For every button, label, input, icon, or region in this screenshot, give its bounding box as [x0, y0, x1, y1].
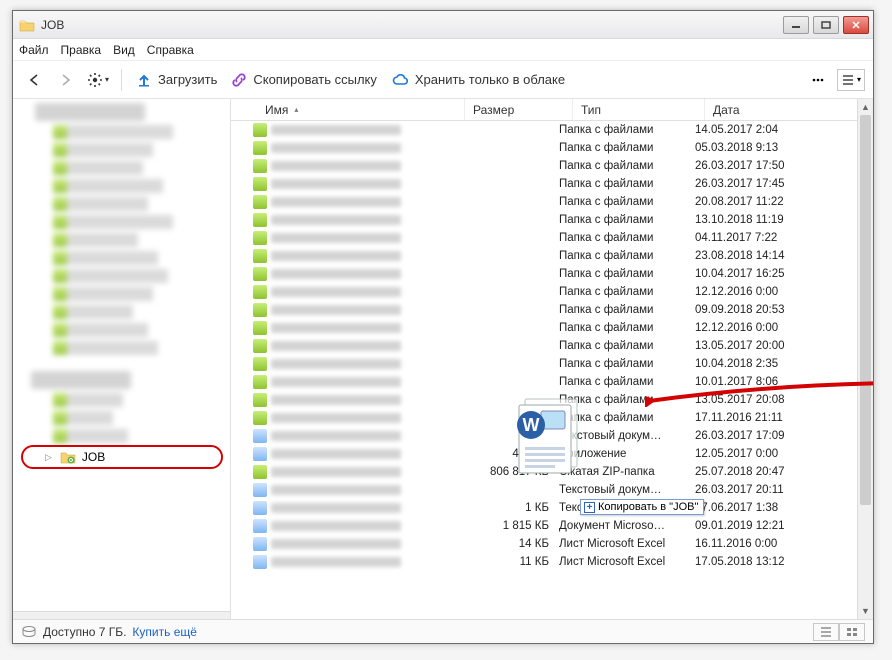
disk-icon	[21, 625, 37, 639]
menu-view[interactable]: Вид	[113, 43, 135, 57]
minimize-button[interactable]	[783, 16, 809, 34]
view-icons-button[interactable]	[839, 623, 865, 641]
table-row[interactable]: Папка с файлами13.05.2017 20:08	[231, 391, 873, 409]
window-title: JOB	[41, 18, 64, 32]
copy-link-label: Скопировать ссылку	[253, 72, 377, 87]
table-row[interactable]: Папка с файлами09.09.2018 20:53	[231, 301, 873, 319]
status-quota: Доступно 7 ГБ.	[43, 625, 126, 639]
table-row[interactable]: Папка с файлами13.05.2017 20:00	[231, 337, 873, 355]
folder-sync-icon	[60, 450, 76, 464]
col-name[interactable]: Имя▴	[245, 99, 465, 120]
table-row[interactable]: Текстовый докум…26.03.2017 20:11	[231, 481, 873, 499]
table-row[interactable]: Папка с файлами13.10.2018 11:19	[231, 211, 873, 229]
menu-bar: Файл Правка Вид Справка	[13, 39, 873, 61]
plus-icon: +	[584, 502, 595, 513]
expand-icon: ▷	[45, 452, 52, 463]
menu-help[interactable]: Справка	[147, 43, 194, 57]
view-list-button[interactable]: ▾	[837, 69, 865, 91]
upload-icon	[136, 72, 152, 88]
explorer-window: JOB Файл Правка Вид Справка ▾ Загрузить …	[12, 10, 874, 644]
sidebar-item-job[interactable]: ▷ JOB	[21, 445, 223, 469]
scroll-down-icon[interactable]: ▼	[858, 603, 873, 619]
col-type[interactable]: Тип	[573, 99, 705, 120]
file-pane: Имя▴ Размер Тип Дата Папка с файлами14.0…	[231, 99, 873, 619]
file-rows[interactable]: Папка с файлами14.05.2017 2:04Папка с фа…	[231, 121, 873, 619]
table-row[interactable]: Папка с файлами10.04.2017 16:25	[231, 265, 873, 283]
body: ▷ JOB Имя▴ Размер Тип Дата Папка с файла…	[13, 99, 873, 619]
table-row[interactable]: Папка с файлами26.03.2017 17:50	[231, 157, 873, 175]
table-row[interactable]: 806 817 КБСжатая ZIP-папка25.07.2018 20:…	[231, 463, 873, 481]
table-row[interactable]: Папка с файлами04.11.2017 7:22	[231, 229, 873, 247]
table-row[interactable]: Папка с файлами12.12.2016 0:00	[231, 283, 873, 301]
forward-button[interactable]	[53, 67, 79, 93]
scrollbar-thumb[interactable]	[860, 115, 871, 505]
table-row[interactable]: Папка с файлами17.11.2016 21:11	[231, 409, 873, 427]
table-row[interactable]: Папка с файлами10.04.2018 2:35	[231, 355, 873, 373]
copy-link-button[interactable]: Скопировать ссылку	[227, 70, 381, 90]
table-row[interactable]: Папка с файлами12.12.2016 0:00	[231, 319, 873, 337]
status-bar: Доступно 7 ГБ. Купить ещё	[13, 619, 873, 643]
cloud-only-label: Хранить только в облаке	[415, 72, 565, 87]
more-button[interactable]	[805, 67, 831, 93]
menu-file[interactable]: Файл	[19, 43, 49, 57]
table-row[interactable]: 403 КБПриложение12.05.2017 0:00	[231, 445, 873, 463]
toolbar: ▾ Загрузить Скопировать ссылку Хранить т…	[13, 61, 873, 99]
cloud-only-button[interactable]: Хранить только в облаке	[387, 70, 569, 90]
settings-button[interactable]: ▾	[85, 67, 111, 93]
sidebar-job-label: JOB	[82, 450, 105, 464]
table-row[interactable]: Папка с файлами05.03.2018 9:13	[231, 139, 873, 157]
table-row[interactable]: 11 КБЛист Microsoft Excel17.05.2018 13:1…	[231, 553, 873, 571]
drag-tooltip: + Копировать в "JOB"	[580, 499, 704, 515]
cloud-icon	[391, 72, 409, 88]
upload-label: Загрузить	[158, 72, 217, 87]
back-button[interactable]	[21, 67, 47, 93]
upload-button[interactable]: Загрузить	[132, 70, 221, 90]
table-row[interactable]: 1 815 КБДокумент Microso…09.01.2019 12:2…	[231, 517, 873, 535]
table-row[interactable]: Папка с файлами10.01.2017 8:06	[231, 373, 873, 391]
drag-tooltip-text: Копировать в "JOB"	[598, 501, 698, 513]
sidebar-tree[interactable]: ▷ JOB	[13, 99, 231, 619]
table-row[interactable]: 1 КБТекстовый докум…26.03.2017 17:09	[231, 427, 873, 445]
title-bar: JOB	[13, 11, 873, 39]
maximize-button[interactable]	[813, 16, 839, 34]
menu-edit[interactable]: Правка	[61, 43, 102, 57]
col-size[interactable]: Размер	[465, 99, 573, 120]
close-button[interactable]	[843, 16, 869, 34]
folder-icon	[19, 18, 35, 32]
table-row[interactable]: 14 КБЛист Microsoft Excel16.11.2016 0:00	[231, 535, 873, 553]
window-controls	[783, 16, 869, 34]
table-row[interactable]: Папка с файлами23.08.2018 14:14	[231, 247, 873, 265]
column-headers: Имя▴ Размер Тип Дата	[231, 99, 873, 121]
vertical-scrollbar[interactable]: ▲ ▼	[857, 99, 873, 619]
sort-asc-icon: ▴	[294, 105, 298, 114]
table-row[interactable]: Папка с файлами26.03.2017 17:45	[231, 175, 873, 193]
table-row[interactable]: Папка с файлами14.05.2017 2:04	[231, 121, 873, 139]
table-row[interactable]: 1 КБТекстовый докум…27.06.2017 1:38	[231, 499, 873, 517]
view-toggle	[813, 623, 865, 641]
col-date[interactable]: Дата	[705, 99, 873, 120]
table-row[interactable]: Папка с файлами20.08.2017 11:22	[231, 193, 873, 211]
view-details-button[interactable]	[813, 623, 839, 641]
link-icon	[231, 72, 247, 88]
scroll-up-icon[interactable]: ▲	[858, 99, 873, 115]
buy-more-link[interactable]: Купить ещё	[132, 625, 197, 639]
